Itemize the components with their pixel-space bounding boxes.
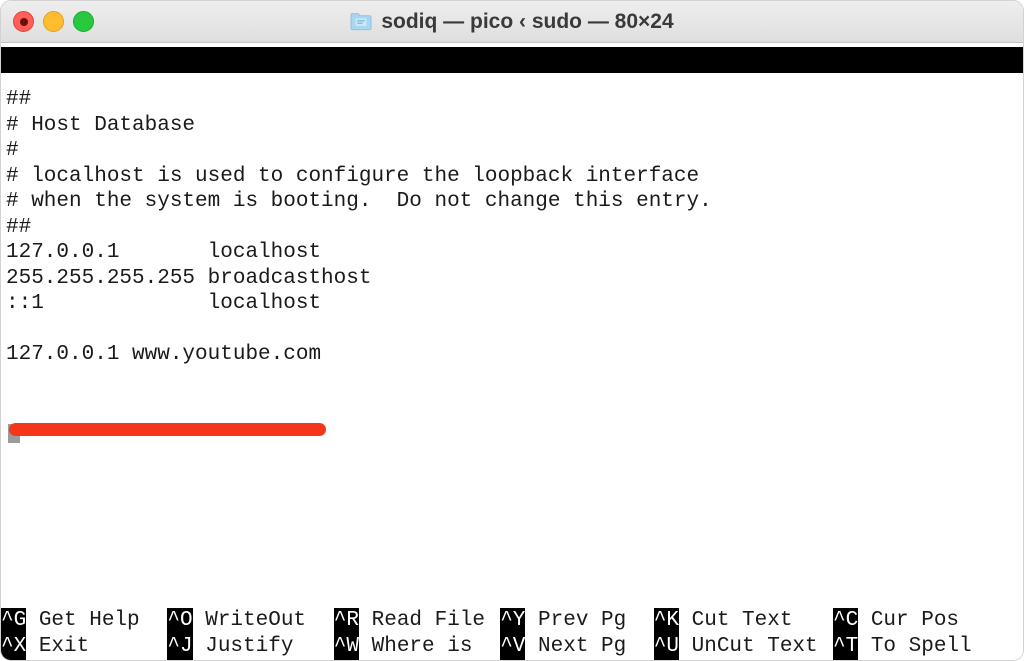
- shortcut-label: Cur Pos: [858, 609, 960, 632]
- shortcut-to-spell[interactable]: ^T To Spell: [833, 634, 972, 660]
- shortcut-label: Cut Text: [679, 609, 793, 632]
- shortcut-read-file[interactable]: ^R Read File: [333, 608, 486, 634]
- pico-status-bar: UW PICO 5.09File: /etc/hostsModified: [1, 47, 1023, 73]
- shortcut-key: ^O: [167, 608, 193, 634]
- shortcut-key: ^V: [500, 634, 526, 660]
- shortcut-label: Exit: [26, 635, 90, 658]
- shortcut-where-is[interactable]: ^W Where is: [333, 634, 473, 660]
- shortcut-exit[interactable]: ^X Exit: [1, 634, 89, 660]
- shortcut-key: ^T: [833, 634, 859, 660]
- shortcut-justify[interactable]: ^J Justify: [167, 634, 293, 660]
- shortcut-key: ^K: [653, 608, 680, 634]
- editor-line: 127.0.0.1 localhost: [6, 241, 322, 264]
- pico-shortcut-bar: ^G Get Help ^O WriteOut ^R Read File ^Y Pre…: [1, 608, 1023, 660]
- shortcut-key: ^G: [1, 608, 27, 634]
- terminal-window: sodiq — pico ‹ sudo — 80×24 UW PICO 5.09…: [0, 0, 1024, 661]
- shortcut-label: WriteOut: [192, 609, 307, 632]
- shortcut-label: Get Help: [26, 609, 140, 632]
- shortcut-key: ^Y: [500, 608, 526, 634]
- window-controls: [13, 1, 94, 42]
- shortcut-label: Prev Pg: [525, 609, 627, 632]
- shortcut-label: Justify: [192, 635, 294, 658]
- window-title-group: sodiq — pico ‹ sudo — 80×24: [1, 1, 1023, 42]
- editor-line: ::1 localhost: [6, 292, 322, 315]
- shortcut-row-1: ^G Get Help ^O WriteOut ^R Read File ^Y Pre…: [1, 608, 1023, 634]
- shortcut-label: To Spell: [858, 635, 972, 658]
- shortcut-key: ^R: [333, 608, 360, 634]
- shortcut-key: ^W: [333, 634, 360, 660]
- shortcut-prev-pg[interactable]: ^Y Prev Pg: [500, 608, 626, 634]
- editor-line: 255.255.255.255 broadcasthost: [6, 266, 372, 290]
- folder-icon: [350, 12, 372, 31]
- minimize-button[interactable]: [43, 11, 64, 32]
- shortcut-cur-pos[interactable]: ^C Cur Pos: [833, 608, 959, 634]
- shortcut-get-help[interactable]: ^G Get Help: [1, 608, 140, 634]
- shortcut-cut-text[interactable]: ^K Cut Text: [653, 608, 793, 634]
- shortcut-label: UnCut Text: [679, 635, 818, 658]
- close-button[interactable]: [13, 11, 34, 32]
- editor-text-area[interactable]: ## # Host Database # # localhost is used to…: [1, 87, 1023, 394]
- shortcut-uncut-text[interactable]: ^U UnCut Text: [653, 634, 818, 660]
- red-highlight-annotation: [9, 423, 326, 436]
- shortcut-key: ^X: [1, 634, 27, 660]
- shortcut-next-pg[interactable]: ^V Next Pg: [500, 634, 626, 660]
- shortcut-key: ^C: [833, 608, 859, 634]
- editor-line: #: [6, 139, 19, 162]
- window-titlebar[interactable]: sodiq — pico ‹ sudo — 80×24: [1, 1, 1023, 43]
- editor-line: ##: [6, 215, 32, 239]
- editor-line: # when the system is booting. Do not cha…: [6, 190, 712, 213]
- editor-line: ##: [6, 88, 32, 111]
- shortcut-label: Read File: [359, 609, 486, 632]
- editor-line: # Host Database: [6, 113, 196, 137]
- editor-line: # localhost is used to configure the loo…: [6, 164, 700, 188]
- shortcut-writeout[interactable]: ^O WriteOut: [167, 608, 306, 634]
- shortcut-label: Where is: [359, 635, 473, 658]
- shortcut-key: ^U: [653, 634, 680, 660]
- shortcut-label: Next Pg: [525, 635, 627, 658]
- shortcut-key: ^J: [167, 634, 193, 660]
- terminal-body[interactable]: UW PICO 5.09File: /etc/hostsModified ###…: [1, 43, 1023, 660]
- editor-line: 127.0.0.1 www.youtube.com: [6, 343, 322, 366]
- shortcut-row-2: ^X Exit ^J Justify ^W Where is ^V Next Pg ^U…: [1, 634, 1023, 660]
- maximize-button[interactable]: [73, 11, 94, 32]
- window-title: sodiq — pico ‹ sudo — 80×24: [381, 9, 674, 33]
